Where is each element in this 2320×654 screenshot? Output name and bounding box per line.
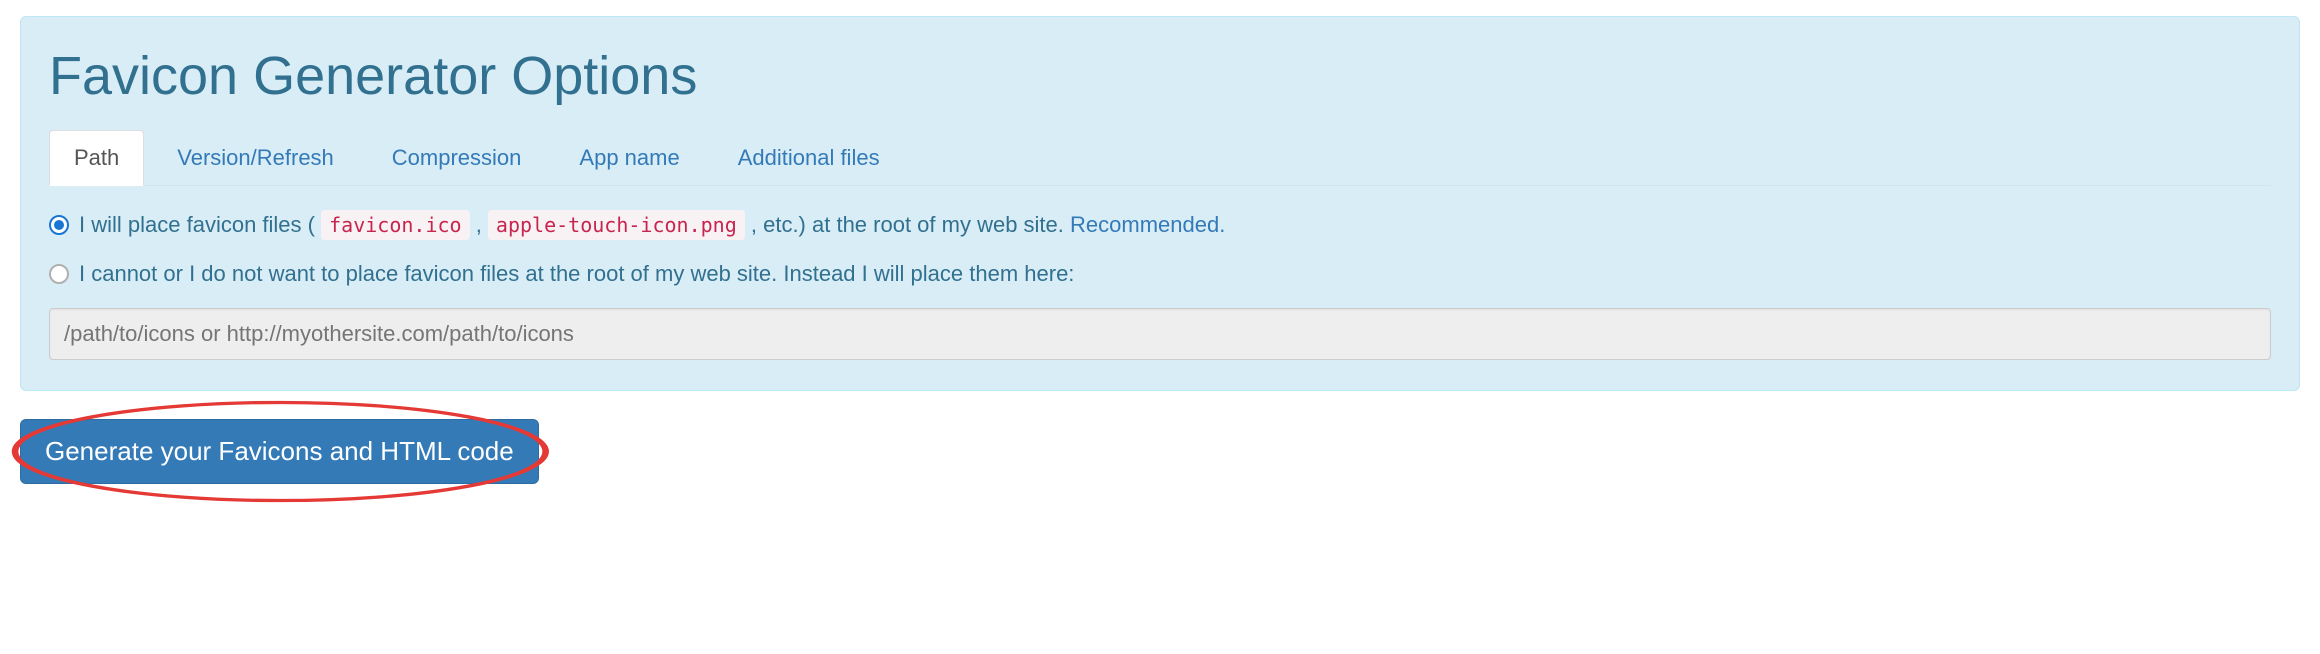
path-input[interactable] <box>49 308 2271 360</box>
tab-path[interactable]: Path <box>49 130 144 186</box>
tab-app-name[interactable]: App name <box>554 130 704 186</box>
tab-additional-files[interactable]: Additional files <box>713 130 905 186</box>
tab-compression[interactable]: Compression <box>367 130 547 186</box>
option-root-row[interactable]: I will place favicon files ( favicon.ico… <box>49 210 2271 241</box>
generate-button[interactable]: Generate your Favicons and HTML code <box>20 419 539 484</box>
radio-icon[interactable] <box>49 264 69 284</box>
recommended-link[interactable]: Recommended. <box>1070 212 1225 237</box>
favicon-options-panel: Favicon Generator Options Path Version/R… <box>20 16 2300 391</box>
option-custom-label: I cannot or I do not want to place favic… <box>79 259 1074 290</box>
option-custom-row[interactable]: I cannot or I do not want to place favic… <box>49 259 2271 290</box>
tabs-bar: Path Version/Refresh Compression App nam… <box>49 129 2271 186</box>
panel-title: Favicon Generator Options <box>49 45 2271 107</box>
tab-version-refresh[interactable]: Version/Refresh <box>152 130 359 186</box>
option-root-label: I will place favicon files ( favicon.ico… <box>79 210 1225 241</box>
generate-button-wrap: Generate your Favicons and HTML code <box>20 419 539 484</box>
radio-icon[interactable] <box>49 215 69 235</box>
code-chip: apple-touch-icon.png <box>488 210 745 240</box>
code-chip: favicon.ico <box>321 210 469 240</box>
